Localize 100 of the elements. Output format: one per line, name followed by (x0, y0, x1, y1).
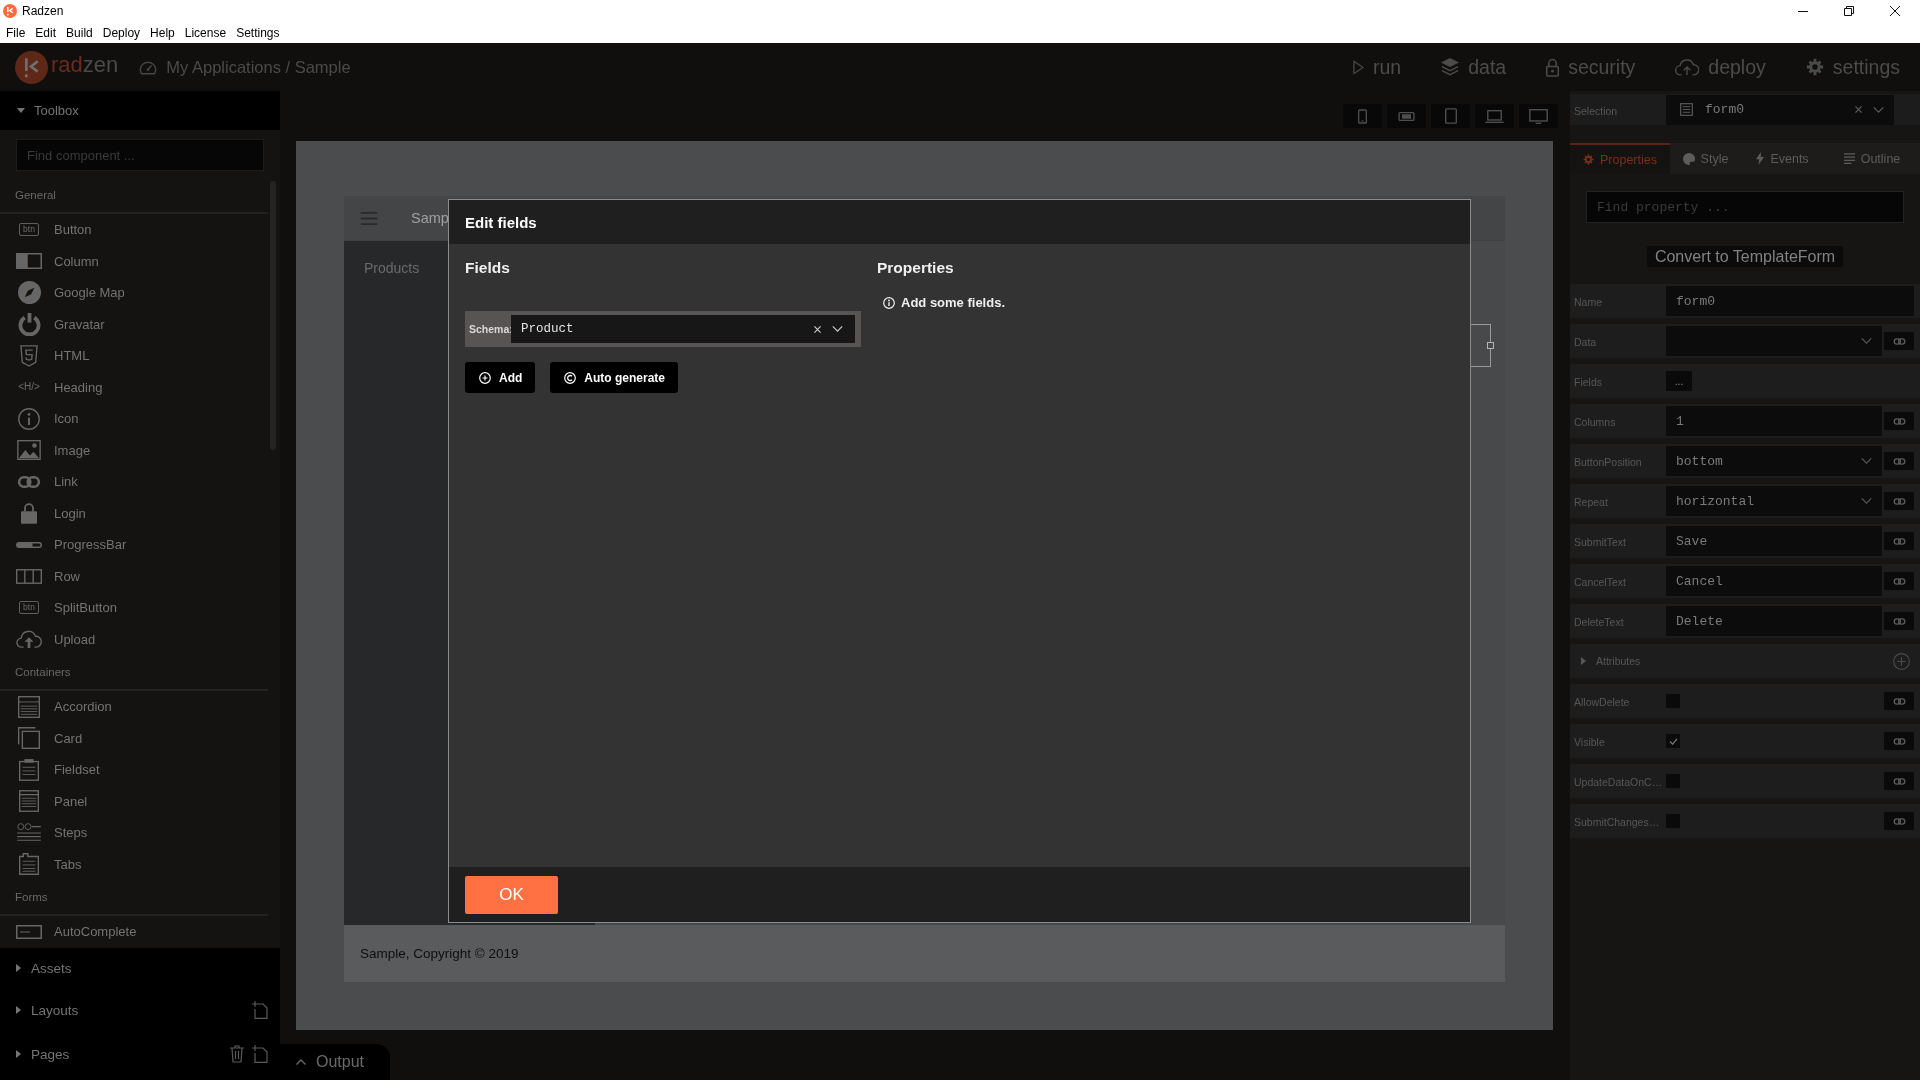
section-toggle[interactable]: Assets (16, 960, 72, 976)
menu-item[interactable]: Edit (30, 23, 62, 42)
text-field[interactable]: Delete (1666, 606, 1882, 636)
gear-icon (1805, 58, 1824, 76)
toolbox-item[interactable]: Fieldset (0, 754, 280, 786)
toolbox-item[interactable]: Panel (0, 785, 280, 817)
toolbox-item[interactable]: btn SplitButton (0, 592, 280, 624)
panel-tab[interactable]: Events (1741, 143, 1824, 174)
checkmark-icon (1668, 737, 1678, 745)
toolbox-item[interactable]: AutoComplete (0, 916, 280, 948)
panel-icon (19, 790, 39, 813)
chevron-icon (1861, 338, 1872, 344)
new-page-icon[interactable] (252, 1045, 268, 1063)
bind-button[interactable] (1884, 692, 1914, 710)
add-circle-icon[interactable] (1893, 652, 1910, 670)
section-toggle[interactable]: Layouts (16, 1002, 79, 1018)
menu-item[interactable]: Build (61, 23, 98, 42)
toolbox-item[interactable]: Tabs (0, 848, 280, 880)
toolbox-item[interactable]: Icon (0, 403, 280, 435)
bind-button[interactable] (1884, 332, 1914, 350)
landscape-view-button[interactable] (1387, 104, 1426, 128)
section-toggle[interactable]: Pages (16, 1046, 70, 1062)
tablet-view-button[interactable] (1431, 104, 1470, 128)
nav-link[interactable]: deploy (1675, 55, 1766, 79)
toolbox-item[interactable]: Column (0, 245, 280, 277)
auto-generate-button[interactable]: Auto generate (550, 362, 678, 393)
toolbox-item[interactable]: HTML (0, 340, 280, 372)
dropdown[interactable]: horizontal (1666, 486, 1882, 516)
menu-item[interactable]: Deploy (97, 23, 146, 42)
menu-item[interactable]: Settings (231, 23, 285, 42)
selection-dropdown[interactable]: form0 (1666, 94, 1894, 125)
bind-button[interactable] (1884, 452, 1914, 470)
copyright-icon (564, 371, 577, 384)
toolbox-item[interactable]: Upload (0, 623, 280, 655)
bind-button[interactable] (1884, 532, 1914, 550)
toolbox-item[interactable]: Gravatar (0, 308, 280, 340)
info-message: Add some fields. (901, 295, 1006, 310)
text-field[interactable]: form0 (1666, 286, 1914, 316)
text-field[interactable]: 1 (1666, 406, 1882, 436)
panel-tab[interactable]: Style (1670, 143, 1741, 174)
lightning-icon (1756, 152, 1765, 165)
bind-button[interactable] (1884, 612, 1914, 630)
convert-button[interactable]: Convert to TemplateForm (1646, 246, 1844, 267)
nav-link[interactable]: run (1353, 55, 1402, 79)
toolbox-item[interactable]: ProgressBar (0, 529, 280, 561)
toolbox-item[interactable]: Image (0, 434, 280, 466)
menu-item[interactable]: Help (145, 23, 180, 42)
menu-item[interactable]: License (179, 23, 232, 42)
sidebar-link[interactable]: Products (364, 260, 420, 276)
text-field[interactable]: Cancel (1666, 566, 1882, 596)
ellipsis-button[interactable]: ... (1666, 371, 1692, 391)
dropdown[interactable]: bottom (1666, 446, 1882, 476)
desktop-view-button[interactable] (1519, 104, 1558, 128)
app-logo-icon (3, 4, 17, 18)
bind-button[interactable] (1884, 412, 1914, 430)
toolbox-item[interactable]: Row (0, 560, 280, 592)
trash-icon[interactable] (230, 1045, 244, 1063)
laptop-view-button[interactable] (1475, 104, 1514, 128)
toolbox-item[interactable]: Accordion (0, 691, 280, 723)
text-field[interactable]: Save (1666, 526, 1882, 556)
output-tab[interactable]: Output (280, 1044, 390, 1080)
menu-item[interactable]: File (1, 23, 31, 42)
new-page-icon[interactable] (252, 1001, 268, 1019)
toolbox-item[interactable]: Google Map (0, 277, 280, 309)
breadcrumb[interactable]: My Applications / Sample (166, 57, 351, 77)
caret-icon (16, 964, 21, 972)
toolbox-item[interactable]: Steps (0, 817, 280, 849)
panel-tab[interactable]: Outline (1824, 143, 1920, 174)
tablet-icon (1444, 108, 1457, 124)
toolbox-item[interactable]: btn Button (0, 214, 280, 246)
ok-button[interactable]: OK (465, 876, 558, 914)
footer-text: Sample, Copyright © 2019 (360, 946, 519, 961)
lock-icon (1546, 57, 1560, 77)
resize-handle[interactable] (1487, 342, 1494, 349)
nav-link[interactable]: settings (1805, 55, 1900, 79)
bind-button[interactable] (1884, 732, 1914, 750)
page-title: Samp (411, 210, 449, 226)
nav-link[interactable]: data (1441, 55, 1507, 79)
toolbox-header[interactable]: Toolbox (0, 91, 280, 130)
dashboard-icon (138, 59, 159, 75)
logo-wordmark: radzen (51, 51, 119, 78)
section-heading: Properties (877, 258, 954, 278)
bind-button[interactable] (1884, 492, 1914, 510)
group-toggle[interactable]: Attributes (1570, 655, 1641, 667)
caret-icon (17, 108, 25, 113)
add-button[interactable]: Add (465, 362, 536, 393)
toolbox-item[interactable]: <H/> Heading (0, 371, 280, 403)
toolbox-item[interactable]: Link (0, 466, 280, 498)
bind-button[interactable] (1884, 772, 1914, 790)
schema-dropdown[interactable]: Product (511, 315, 855, 343)
toolbox-item[interactable]: Card (0, 722, 280, 754)
mobile-view-button[interactable] (1343, 104, 1382, 128)
steps-icon (17, 822, 41, 843)
form-icon (1680, 103, 1693, 116)
bind-button[interactable] (1884, 572, 1914, 590)
nav-link[interactable]: security (1546, 55, 1636, 79)
caret-icon (1581, 657, 1586, 665)
checkbox[interactable] (1666, 734, 1680, 748)
toolbox-item[interactable]: Login (0, 497, 280, 529)
bind-button[interactable] (1884, 812, 1914, 830)
